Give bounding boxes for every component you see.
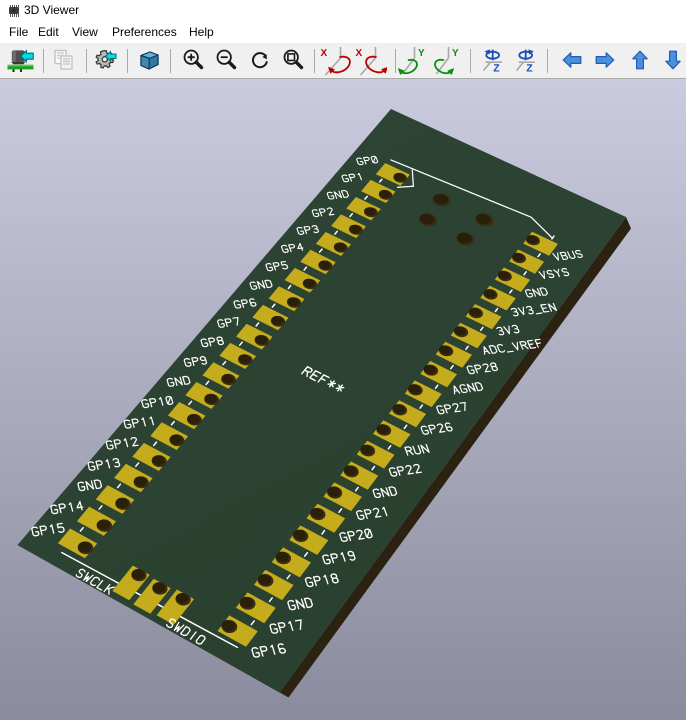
svg-text:Z: Z [526,63,533,73]
svg-text:Y: Y [452,48,459,59]
svg-text:Y: Y [418,48,425,59]
svg-text:X: X [321,48,328,59]
svg-text:Z: Z [493,63,500,73]
svg-text:X: X [356,48,363,59]
